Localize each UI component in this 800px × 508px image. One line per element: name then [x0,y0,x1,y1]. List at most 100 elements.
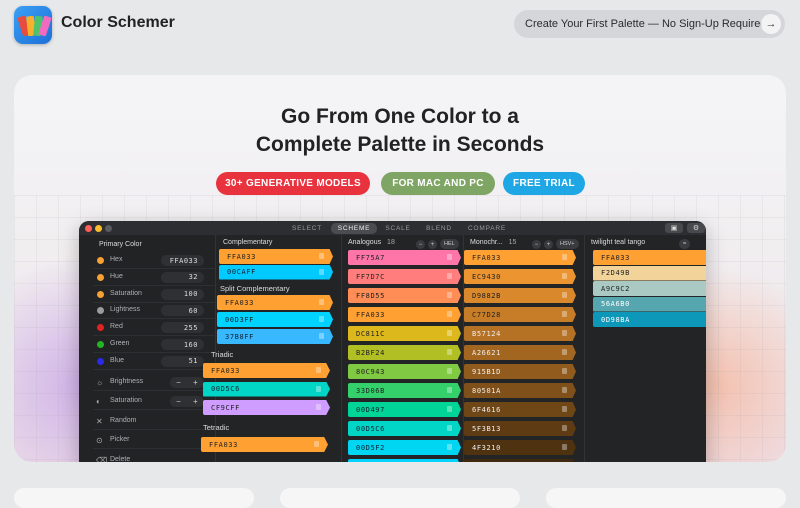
lock-icon[interactable] [447,330,452,336]
color-swatch[interactable]: CF9CFF [203,400,330,415]
color-swatch[interactable]: 0D98BA [593,312,706,327]
color-value-field[interactable]: 32 [161,271,204,283]
color-swatch[interactable]: A9C9C2 [593,281,706,296]
lock-icon[interactable] [447,254,452,260]
color-swatch[interactable]: FF75A7 [348,250,461,265]
gear-icon[interactable]: ⚙ [687,223,705,233]
image-icon[interactable]: ▣ [665,223,683,233]
color-swatch[interactable]: 00D3FF [217,312,333,327]
lock-icon[interactable] [562,292,567,298]
analogous-plus-button[interactable]: + [428,240,437,249]
color-swatch[interactable]: 915B1D [464,364,576,379]
color-swatch[interactable]: 00D497 [348,402,461,417]
lock-icon[interactable] [316,385,321,392]
tab-scale[interactable]: SCALE [379,223,417,234]
lock-icon[interactable] [562,349,567,355]
monochromatic-plus-button[interactable]: + [544,240,553,249]
lock-icon[interactable] [447,368,452,374]
lock-icon[interactable] [447,349,452,355]
color-swatch[interactable]: FF8D55 [348,288,461,303]
tab-compare[interactable]: COMPARE [461,223,513,234]
lock-icon[interactable] [562,311,567,317]
color-swatch[interactable]: 5F3B13 [464,421,576,436]
plus-icon[interactable]: + [193,397,198,406]
color-value-field[interactable]: FFA033 [161,255,204,266]
brightness-stepper[interactable]: − + [170,376,204,388]
maximize-window-icon[interactable] [105,225,112,232]
lock-icon[interactable] [562,387,567,393]
app-name[interactable]: Color Schemer [61,14,175,32]
lock-icon[interactable] [319,299,324,305]
color-swatch[interactable]: FFA033 [217,295,333,310]
color-swatch[interactable]: 3F280D [464,459,576,462]
color-swatch[interactable]: 80501A [464,383,576,398]
color-value-field[interactable]: 100 [161,288,204,300]
color-swatch[interactable]: FFA033 [348,307,461,322]
monochromatic-minus-button[interactable]: − [532,240,541,249]
color-swatch[interactable]: 4F3210 [464,440,576,455]
lock-icon[interactable] [447,311,452,317]
tab-scheme[interactable]: SCHEME [331,223,377,234]
close-window-icon[interactable] [85,225,92,232]
brightness-stepper[interactable]: − + [170,396,204,408]
lock-icon[interactable] [316,404,321,410]
color-swatch[interactable]: 56A6B0 [593,296,706,312]
lock-icon[interactable] [316,367,321,373]
lock-icon[interactable] [562,273,567,279]
lock-icon[interactable] [447,292,452,298]
color-swatch[interactable]: FFA033 [464,250,576,265]
minus-icon[interactable]: − [176,397,181,406]
palette-menu-chip[interactable]: = [679,239,691,249]
lock-icon[interactable] [562,425,567,431]
lock-icon[interactable] [562,406,567,412]
color-swatch[interactable]: 80C943 [348,364,461,379]
minimize-window-icon[interactable] [95,225,102,232]
color-swatch[interactable]: 00D5C6 [203,381,330,397]
color-swatch[interactable]: EC9430 [464,269,576,284]
tab-select[interactable]: SELECT [285,223,329,234]
color-swatch[interactable]: FFA033 [201,437,328,452]
panel-action-picker[interactable]: ⊙ Picker [79,433,216,450]
color-swatch[interactable]: F2D49B [593,265,706,281]
lock-icon[interactable] [447,387,452,393]
color-swatch[interactable]: 00CAFF [219,264,333,280]
color-swatch[interactable]: 00D5C6 [348,421,461,436]
color-swatch[interactable]: DC811C [348,326,461,341]
plus-icon[interactable]: + [193,378,198,387]
lock-icon[interactable] [447,273,452,279]
color-swatch[interactable]: FF7D7C [348,269,461,284]
color-swatch[interactable]: 00D5F2 [348,440,461,455]
lock-icon[interactable] [562,368,567,374]
color-value-field[interactable]: 51 [161,355,204,367]
panel-action-saturation[interactable]: ◐ Saturation − + [79,394,216,411]
lock-icon[interactable] [562,444,567,450]
analogous-mode-chip[interactable]: HEL [440,239,459,249]
minus-icon[interactable]: − [176,378,181,387]
monochromatic-mode-chip[interactable]: HSV+ [556,239,579,249]
lock-icon[interactable] [319,268,324,275]
color-value-field[interactable]: 160 [161,339,204,350]
color-swatch[interactable]: FFA033 [203,363,330,378]
tab-blend[interactable]: BLEND [419,223,459,234]
color-swatch[interactable]: FFA033 [219,249,333,264]
color-swatch[interactable]: A26621 [464,345,576,360]
color-swatch[interactable]: B2BF24 [348,345,461,360]
color-value-field[interactable]: 60 [161,305,204,317]
lock-icon[interactable] [562,254,567,260]
lock-icon[interactable] [319,333,324,339]
create-palette-cta-button[interactable]: Create Your First Palette — No Sign-Up R… [514,10,785,38]
color-swatch[interactable]: 33D06B [348,383,461,398]
color-swatch[interactable]: 00D1FF [348,459,461,462]
lock-icon[interactable] [562,330,567,336]
lock-icon[interactable] [319,316,324,322]
color-swatch[interactable]: 6F4616 [464,402,576,417]
panel-action-delete[interactable]: ⌫ Delete [79,453,216,462]
color-swatch[interactable]: C77D28 [464,307,576,322]
panel-action-brightness[interactable]: ☼ Brightness − + [79,375,216,391]
app-logo-icon[interactable] [14,6,52,44]
color-swatch[interactable]: 37B8FF [217,329,333,344]
lock-icon[interactable] [314,441,319,447]
panel-action-random[interactable]: ✕ Random [79,414,216,430]
color-swatch[interactable]: FFA033 [593,250,706,265]
color-swatch[interactable]: B57124 [464,326,576,341]
